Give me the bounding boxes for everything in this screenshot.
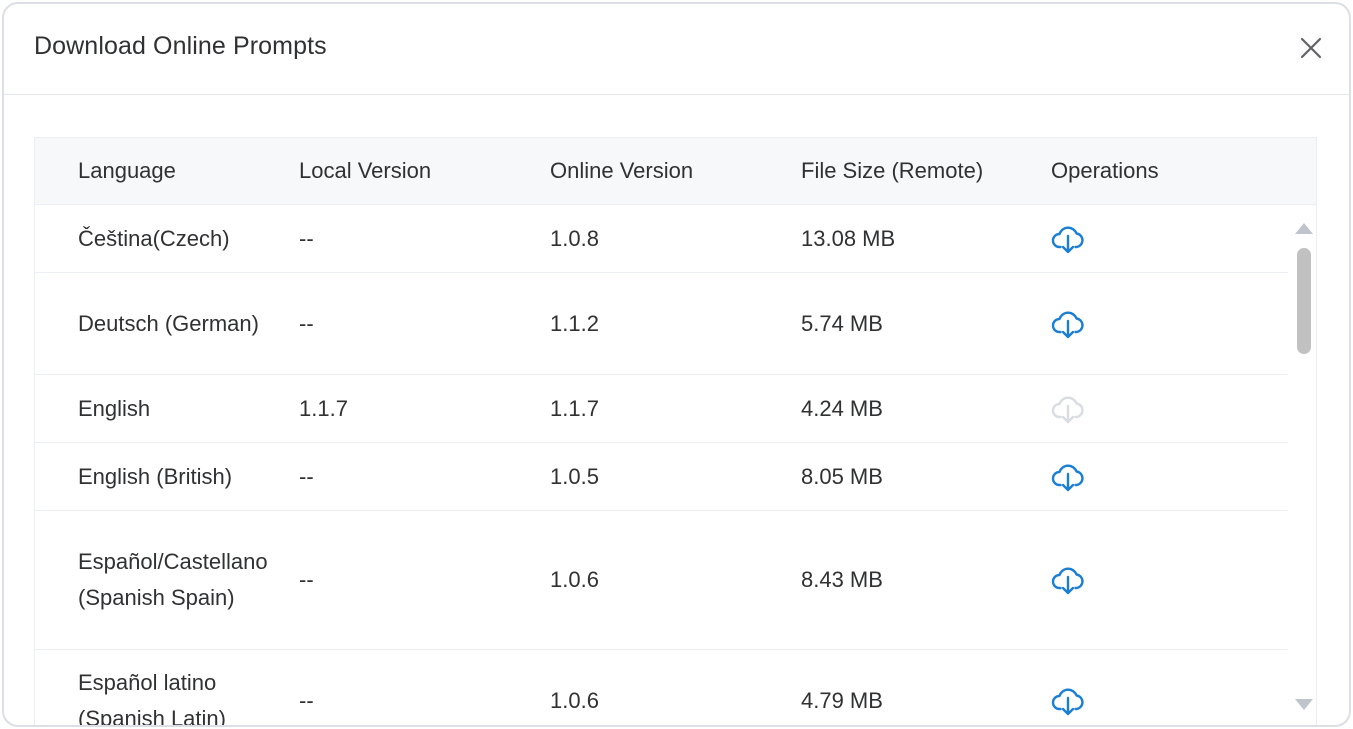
prompts-table: Language Local Version Online Version Fi… [34, 137, 1317, 727]
dialog-header: Download Online Prompts [4, 4, 1349, 95]
file-size-cell: 4.24 MB [801, 395, 883, 421]
language-cell: Español latino (Spanish Latin) [78, 669, 226, 727]
operations-cell [1051, 273, 1085, 374]
online-version-cell: 1.1.7 [550, 395, 599, 421]
table-row: Deutsch (German) -- 1.1.2 5.74 MB [35, 273, 1288, 375]
local-version-cell: -- [299, 463, 314, 489]
scroll-down-arrow-icon[interactable] [1295, 699, 1313, 710]
file-size-cell: 4.79 MB [801, 687, 883, 713]
file-size-cell: 5.74 MB [801, 310, 883, 336]
column-header-operations[interactable]: Operations [1051, 138, 1159, 204]
dialog-title: Download Online Prompts [34, 32, 327, 60]
table-row: Español/Castellano (Spanish Spain) -- 1.… [35, 511, 1288, 650]
online-version-cell: 1.0.6 [550, 687, 599, 713]
file-size-cell: 13.08 MB [801, 225, 896, 251]
local-version-cell: -- [299, 687, 314, 713]
scrollbar-thumb[interactable] [1297, 248, 1311, 354]
table-row: Español latino (Spanish Latin) -- 1.0.6 … [35, 650, 1288, 727]
column-header-local-version[interactable]: Local Version [299, 138, 431, 204]
vertical-scrollbar[interactable] [1288, 205, 1316, 725]
language-cell: Español/Castellano (Spanish Spain) [78, 549, 268, 610]
cloud-download-icon[interactable] [1051, 392, 1085, 426]
operations-cell [1051, 650, 1085, 725]
operations-cell [1051, 375, 1085, 442]
language-cell: English [78, 395, 151, 421]
file-size-cell: 8.43 MB [801, 567, 883, 592]
column-header-file-size[interactable]: File Size (Remote) [801, 138, 983, 204]
language-cell: English (British) [78, 463, 233, 489]
local-version-cell: 1.1.7 [299, 395, 348, 421]
cloud-download-icon[interactable] [1051, 222, 1085, 256]
cloud-download-icon[interactable] [1051, 563, 1085, 597]
table-row: English (British) -- 1.0.5 8.05 MB [35, 443, 1288, 511]
table-body: Čeština(Czech) -- 1.0.8 13.08 MB Deutsch… [35, 205, 1288, 727]
cloud-download-icon[interactable] [1051, 307, 1085, 341]
online-version-cell: 1.1.2 [550, 310, 599, 336]
local-version-cell: -- [299, 225, 314, 251]
table-header: Language Local Version Online Version Fi… [35, 138, 1316, 205]
cloud-download-icon[interactable] [1051, 684, 1085, 718]
cloud-download-icon[interactable] [1051, 460, 1085, 494]
language-cell: Čeština(Czech) [78, 225, 230, 251]
operations-cell [1051, 205, 1085, 272]
local-version-cell: -- [299, 567, 314, 592]
operations-cell [1051, 443, 1085, 510]
column-header-online-version[interactable]: Online Version [550, 138, 693, 204]
online-version-cell: 1.0.8 [550, 225, 599, 251]
operations-cell [1051, 511, 1085, 649]
column-header-language[interactable]: Language [78, 138, 176, 204]
online-version-cell: 1.0.6 [550, 567, 599, 592]
table-row: Čeština(Czech) -- 1.0.8 13.08 MB [35, 205, 1288, 273]
scroll-up-arrow-icon[interactable] [1295, 223, 1313, 234]
online-version-cell: 1.0.5 [550, 463, 599, 489]
language-cell: Deutsch (German) [78, 310, 259, 336]
close-icon[interactable] [1297, 34, 1325, 62]
local-version-cell: -- [299, 310, 314, 336]
download-prompts-dialog: Download Online Prompts Language Local V… [2, 2, 1351, 727]
file-size-cell: 8.05 MB [801, 463, 883, 489]
table-row: English 1.1.7 1.1.7 4.24 MB [35, 375, 1288, 443]
